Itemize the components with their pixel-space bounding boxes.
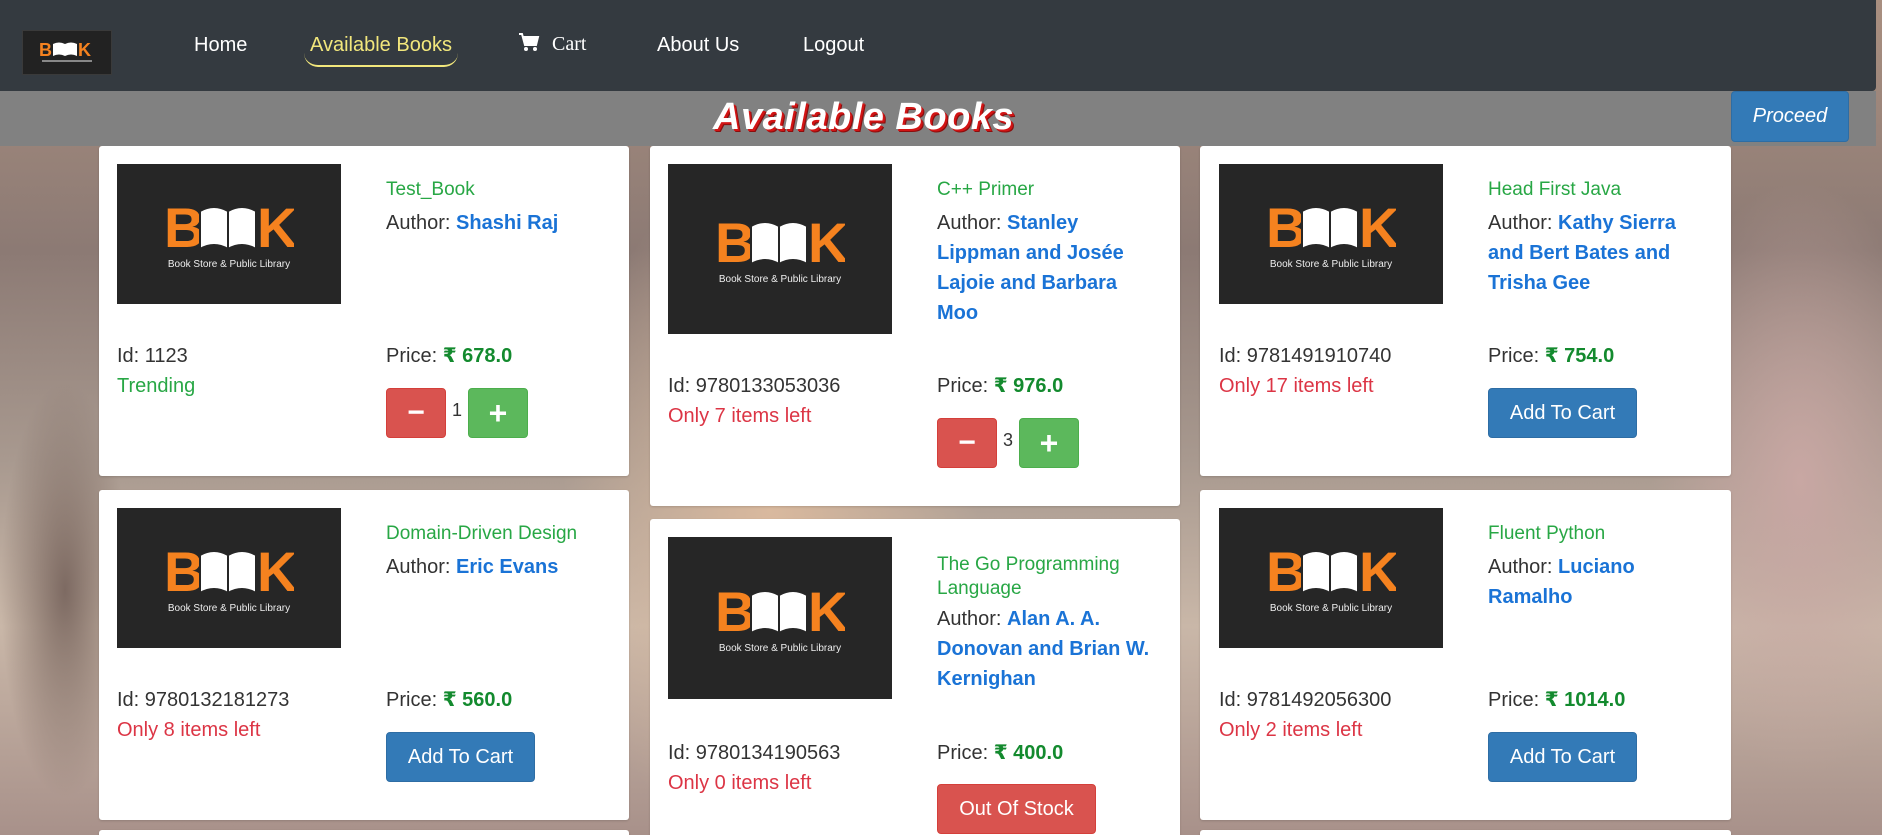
book-author: Author: Alan A. A. Donovan and Brian W. … <box>937 608 1150 690</box>
svg-text:K: K <box>808 583 845 639</box>
book-card-partial <box>1200 830 1731 835</box>
book-card: B K Book Store & Public Library C++ Prim… <box>650 146 1180 506</box>
decrease-quantity-button[interactable]: − <box>937 418 997 468</box>
open-book-icon: B K <box>164 543 294 599</box>
book-author: Author: Stanley Lippman and Josée Lajoie… <box>937 212 1124 324</box>
stock-status: Only 8 items left <box>117 719 261 741</box>
cover-subtitle: Book Store & Public Library <box>718 642 842 654</box>
book-card-partial <box>99 830 629 835</box>
book-price: Price: ₹ 1014.0 <box>1488 689 1626 711</box>
book-cover-image: B K Book Store & Public Library <box>668 164 892 334</box>
book-author: Author: Luciano Ramalho <box>1488 556 1635 608</box>
book-price: Price: ₹ 754.0 <box>1488 345 1615 367</box>
cart-icon <box>518 32 540 58</box>
nav-cart-label: Cart <box>552 33 587 55</box>
svg-text:B: B <box>1266 543 1306 599</box>
book-cover-image: B K Book Store & Public Library <box>668 537 892 699</box>
open-book-icon: B K <box>1266 199 1396 255</box>
out-of-stock-button[interactable]: Out Of Stock <box>937 784 1096 834</box>
book-cover-image: B K Book Store & Public Library <box>1219 508 1443 648</box>
nav-cart[interactable]: Cart <box>518 32 586 66</box>
book-id: Id: 9780133053036 <box>668 375 841 397</box>
book-author: Author: Shashi Raj <box>386 212 559 234</box>
stock-status: Only 0 items left <box>668 772 812 794</box>
book-title: Fluent Python <box>1488 523 1606 544</box>
add-to-cart-button[interactable]: Add To Cart <box>1488 732 1637 782</box>
cover-subtitle: Book Store & Public Library <box>167 258 291 270</box>
add-to-cart-button[interactable]: Add To Cart <box>386 732 535 782</box>
stock-status: Only 7 items left <box>668 405 812 427</box>
book-id: Id: 9780132181273 <box>117 689 290 711</box>
cover-subtitle: Book Store & Public Library <box>167 602 291 614</box>
book-card: B K Book Store & Public Library Fluent P… <box>1200 490 1731 820</box>
book-card: B K Book Store & Public Library The Go P… <box>650 519 1180 835</box>
book-cover-image: B K Book Store & Public Library <box>1219 164 1443 304</box>
proceed-button[interactable]: Proceed <box>1731 91 1849 142</box>
nav-logout[interactable]: Logout <box>803 33 864 67</box>
open-book-icon: B K <box>715 583 845 639</box>
book-author: Author: Kathy Sierra and Bert Bates and … <box>1488 212 1676 294</box>
book-price: Price: ₹ 400.0 <box>937 742 1064 764</box>
book-title: Domain-Driven Design <box>386 523 578 544</box>
book-title: The Go Programming Language <box>937 554 1120 599</box>
svg-text:B: B <box>39 40 52 60</box>
nav-about-us[interactable]: About Us <box>657 33 739 67</box>
nav-available-books[interactable]: Available Books <box>304 33 458 67</box>
svg-text:K: K <box>257 543 294 599</box>
book-title: Test_Book <box>386 179 475 200</box>
stock-status: Trending <box>117 375 196 397</box>
svg-text:K: K <box>1359 543 1396 599</box>
cover-subtitle: Book Store & Public Library <box>1269 602 1393 614</box>
svg-text:B: B <box>164 199 204 255</box>
quantity-value: 1 <box>452 400 463 420</box>
book-card: B K Book Store & Public Library Head Fir… <box>1200 146 1731 476</box>
book-price: Price: ₹ 560.0 <box>386 689 513 711</box>
stock-status: Only 2 items left <box>1219 719 1363 741</box>
cover-subtitle: Book Store & Public Library <box>718 273 842 285</box>
open-book-icon: B K <box>715 214 845 270</box>
svg-text:K: K <box>1359 199 1396 255</box>
book-cover-image: B K Book Store & Public Library <box>117 508 341 648</box>
site-logo[interactable]: B K <box>22 30 112 75</box>
book-id: Id: 9780134190563 <box>668 742 841 764</box>
book-logo-icon: B K <box>39 40 92 62</box>
increase-quantity-button[interactable]: + <box>468 388 528 438</box>
svg-text:K: K <box>257 199 294 255</box>
book-cover-image: B K Book Store & Public Library <box>117 164 341 304</box>
decrease-quantity-button[interactable]: − <box>386 388 446 438</box>
nav-home[interactable]: Home <box>194 33 247 67</box>
book-id: Id: 1123 <box>117 345 188 367</box>
book-title: C++ Primer <box>937 179 1035 200</box>
book-author: Author: Eric Evans <box>386 556 559 578</box>
book-id: Id: 9781491910740 <box>1219 345 1392 367</box>
book-title: Head First Java <box>1488 179 1622 200</box>
svg-text:B: B <box>715 214 755 270</box>
book-card: B K Book Store & Public Library Domain-D… <box>99 490 629 820</box>
book-id: Id: 9781492056300 <box>1219 689 1392 711</box>
book-price: Price: ₹ 678.0 <box>386 345 513 367</box>
stock-status: Only 17 items left <box>1219 375 1374 397</box>
add-to-cart-button[interactable]: Add To Cart <box>1488 388 1637 438</box>
book-price: Price: ₹ 976.0 <box>937 375 1064 397</box>
svg-text:K: K <box>78 40 91 60</box>
cover-subtitle: Book Store & Public Library <box>1269 258 1393 270</box>
open-book-icon: B K <box>164 199 294 255</box>
page-title: Available Books <box>713 96 1015 138</box>
book-card: B K Book Store & Public Library Test_Boo… <box>99 146 629 476</box>
svg-text:B: B <box>1266 199 1306 255</box>
open-book-icon: B K <box>1266 543 1396 599</box>
top-navbar: B K Home Available Books Cart About Us L… <box>0 0 1876 91</box>
svg-text:K: K <box>808 214 845 270</box>
svg-text:B: B <box>715 583 755 639</box>
quantity-value: 3 <box>1003 430 1014 450</box>
increase-quantity-button[interactable]: + <box>1019 418 1079 468</box>
svg-text:B: B <box>164 543 204 599</box>
